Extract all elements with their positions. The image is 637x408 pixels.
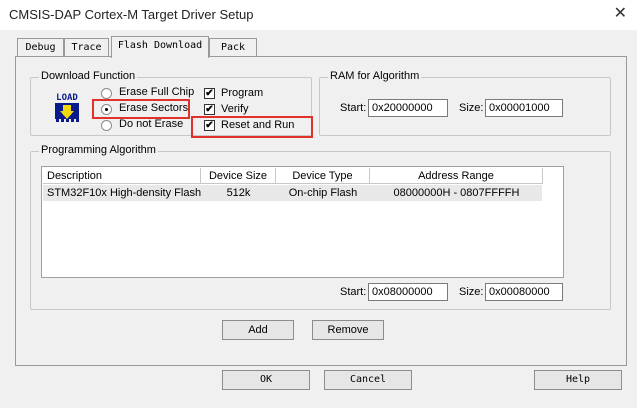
- table-cell-device-type: On-chip Flash: [288, 187, 358, 199]
- erase-full-chip-label: Erase Full Chip: [119, 86, 195, 98]
- load-icon-text: LOAD: [56, 93, 78, 103]
- verify-checkbox[interactable]: ✔: [204, 104, 215, 115]
- program-checkbox[interactable]: ✔: [204, 88, 215, 99]
- algorithm-start-label: Start:: [340, 286, 367, 298]
- help-button[interactable]: Help: [534, 370, 622, 390]
- load-icon: LOAD: [52, 91, 82, 123]
- algorithm-table: Description Device Size Device Type Addr…: [41, 166, 564, 278]
- algorithm-start-input[interactable]: 0x08000000: [368, 283, 448, 301]
- cancel-button[interactable]: Cancel: [324, 370, 412, 390]
- close-icon[interactable]: ✕: [614, 4, 627, 24]
- add-button[interactable]: Add: [222, 320, 294, 340]
- tab-debug[interactable]: Debug: [17, 38, 64, 57]
- erase-sectors-radio[interactable]: [101, 104, 112, 115]
- do-not-erase-radio[interactable]: [101, 120, 112, 131]
- table-cell-device-size: 512k: [226, 187, 251, 199]
- column-header-device-size[interactable]: Device Size: [201, 168, 276, 184]
- window-title: CMSIS-DAP Cortex-M Target Driver Setup: [9, 7, 254, 22]
- title-bar: CMSIS-DAP Cortex-M Target Driver Setup ✕: [0, 0, 637, 30]
- column-header-description[interactable]: Description: [43, 168, 201, 184]
- ram-size-label: Size:: [459, 102, 484, 114]
- column-header-address-range[interactable]: Address Range: [370, 168, 543, 184]
- ram-start-input[interactable]: 0x20000000: [368, 99, 448, 117]
- tab-flash-download[interactable]: Flash Download: [111, 36, 209, 58]
- reset-and-run-label: Reset and Run: [221, 119, 295, 131]
- tab-trace[interactable]: Trace: [64, 38, 109, 57]
- algorithm-size-label: Size:: [459, 286, 484, 298]
- ram-start-label: Start:: [340, 102, 367, 114]
- column-header-device-type[interactable]: Device Type: [276, 168, 370, 184]
- algorithm-legend: Programming Algorithm: [39, 144, 158, 156]
- table-row[interactable]: STM32F10x High-density Flash 512k On-chi…: [43, 185, 542, 201]
- table-cell-description: STM32F10x High-density Flash: [47, 187, 202, 199]
- remove-button[interactable]: Remove: [312, 320, 384, 340]
- do-not-erase-label: Do not Erase: [119, 118, 184, 130]
- download-function-legend: Download Function: [39, 70, 138, 82]
- ok-button[interactable]: OK: [222, 370, 310, 390]
- erase-sectors-label: Erase Sectors: [119, 102, 189, 114]
- algorithm-size-input[interactable]: 0x00080000: [485, 283, 563, 301]
- program-label: Program: [221, 87, 264, 99]
- erase-full-chip-radio[interactable]: [101, 88, 112, 99]
- ram-size-input[interactable]: 0x00001000: [485, 99, 563, 117]
- setup-dialog: CMSIS-DAP Cortex-M Target Driver Setup ✕…: [0, 0, 637, 408]
- verify-label: Verify: [221, 103, 249, 115]
- tab-pack[interactable]: Pack: [209, 38, 257, 57]
- reset-and-run-checkbox[interactable]: ✔: [204, 120, 215, 131]
- table-cell-address-range: 08000000H - 0807FFFFH: [393, 187, 520, 199]
- ram-legend: RAM for Algorithm: [328, 70, 422, 82]
